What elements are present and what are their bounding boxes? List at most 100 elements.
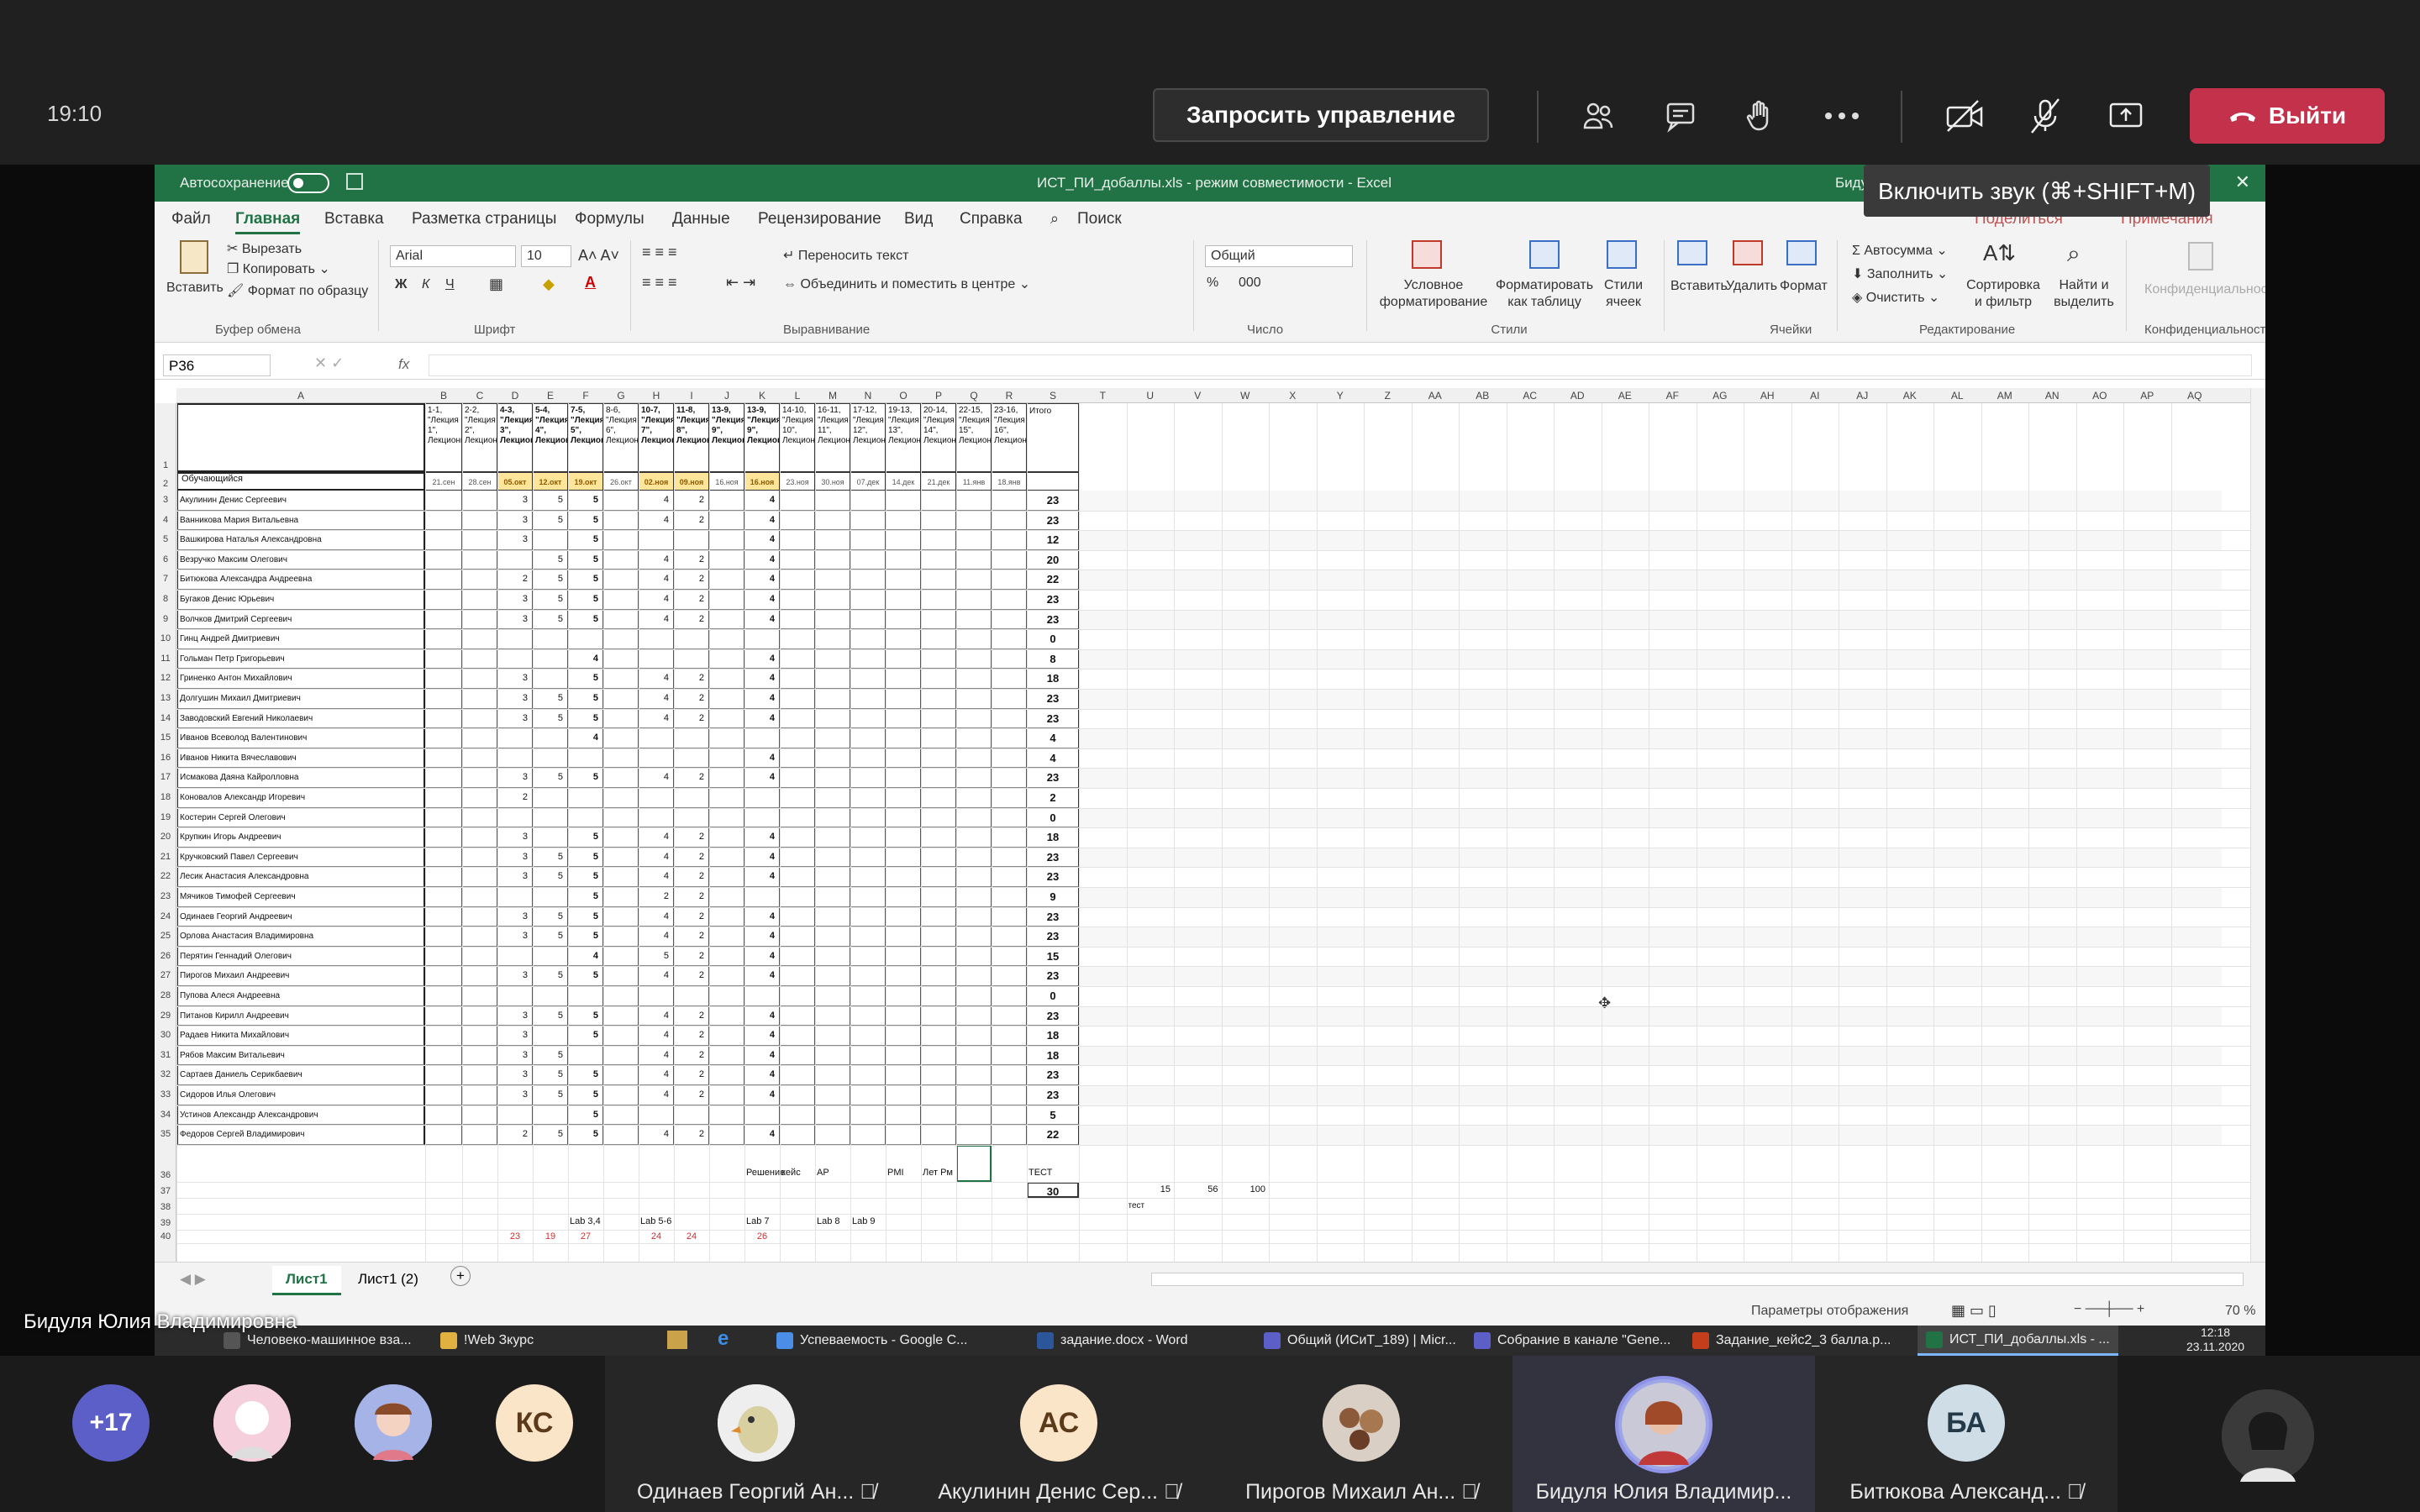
taskbar-app[interactable]: !Web Зкурс	[440, 1326, 534, 1356]
score-cell[interactable]: 4	[639, 570, 674, 590]
score-cell[interactable]	[780, 807, 815, 828]
column-header[interactable]: T	[1079, 390, 1127, 402]
score-cell[interactable]	[425, 927, 462, 947]
row-header[interactable]: 6	[155, 554, 176, 564]
score-cell[interactable]	[603, 887, 639, 907]
score-cell[interactable]	[603, 867, 639, 887]
score-cell[interactable]	[992, 570, 1027, 590]
student-name[interactable]: Заводовский Евгений Николаевич	[176, 708, 425, 729]
score-cell[interactable]	[886, 590, 921, 610]
score-cell[interactable]	[956, 966, 992, 986]
student-name[interactable]: Гриненко Антон Михайлович	[176, 669, 425, 689]
score-cell[interactable]	[956, 1045, 992, 1066]
score-cell[interactable]: 3	[497, 768, 533, 788]
score-cell[interactable]: 5	[568, 609, 603, 630]
score-cell[interactable]	[921, 1045, 956, 1066]
score-cell[interactable]	[850, 570, 886, 590]
score-cell[interactable]	[709, 927, 744, 947]
row-header[interactable]: 15	[155, 732, 176, 743]
score-cell[interactable]: 5	[568, 1085, 603, 1105]
autosum-button[interactable]: Σ Автосумма ⌄	[1852, 242, 1948, 259]
score-cell[interactable]	[815, 609, 850, 630]
score-cell[interactable]	[992, 748, 1027, 769]
score-cell[interactable]	[497, 887, 533, 907]
score-cell[interactable]	[603, 1105, 639, 1126]
column-header[interactable]: V	[1174, 390, 1222, 402]
score-cell[interactable]	[674, 807, 709, 828]
score-cell[interactable]	[850, 887, 886, 907]
score-cell[interactable]	[815, 768, 850, 788]
insert-cells-button[interactable]: Вставить	[1670, 279, 1728, 294]
score-cell[interactable]	[425, 708, 462, 729]
score-cell[interactable]	[674, 648, 709, 669]
score-cell[interactable]: 2	[674, 669, 709, 689]
student-name[interactable]: Радаев Никита Михайлович	[176, 1026, 425, 1046]
note-cell[interactable]: AP	[817, 1163, 869, 1180]
score-cell[interactable]	[780, 570, 815, 590]
avatar[interactable]	[213, 1384, 291, 1462]
score-cell[interactable]: 3	[497, 966, 533, 986]
view-mode-icons[interactable]: ▦ ▭ ▯	[1951, 1302, 1996, 1320]
lecture-header[interactable]: 2-2, "Лекция 2", Лекционное	[462, 403, 497, 472]
row-header[interactable]: 17	[155, 772, 176, 782]
score-cell[interactable]: 3	[497, 927, 533, 947]
format-painter-button[interactable]: 🖌 Формат по образцу	[227, 282, 368, 299]
score-cell[interactable]	[462, 887, 497, 907]
row-header[interactable]: 11	[155, 654, 176, 664]
date-cell[interactable]: 05.окт	[497, 472, 533, 491]
score-cell[interactable]	[603, 629, 639, 649]
score-cell[interactable]	[992, 510, 1027, 531]
score-cell[interactable]: 4	[568, 946, 603, 967]
score-cell[interactable]: 4	[639, 966, 674, 986]
total-cell[interactable]: 23	[1027, 491, 1079, 511]
score-cell[interactable]: 3	[497, 1085, 533, 1105]
row37-total[interactable]: 30	[1027, 1181, 1079, 1198]
score-cell[interactable]	[462, 689, 497, 709]
score-cell[interactable]	[603, 1045, 639, 1066]
score-cell[interactable]: 5	[568, 1125, 603, 1145]
score-cell[interactable]	[744, 887, 780, 907]
row-header[interactable]: 36	[155, 1170, 176, 1180]
student-name[interactable]: Коновалов Александр Игоревич	[176, 788, 425, 808]
score-cell[interactable]: 5	[568, 1065, 603, 1085]
score-cell[interactable]	[815, 1125, 850, 1145]
score-cell[interactable]	[462, 946, 497, 967]
font-color-icon[interactable]: A	[585, 274, 596, 291]
score-cell[interactable]	[850, 510, 886, 531]
score-cell[interactable]	[850, 906, 886, 927]
score-cell[interactable]	[850, 986, 886, 1006]
formula-input[interactable]	[429, 354, 2252, 376]
total-cell[interactable]: 18	[1027, 827, 1079, 848]
score-cell[interactable]	[709, 689, 744, 709]
sheet-tab-1[interactable]: Лист1	[272, 1266, 341, 1295]
score-cell[interactable]	[462, 491, 497, 511]
score-cell[interactable]: 4	[639, 549, 674, 570]
student-name[interactable]: Лесик Анастасия Александровна	[176, 867, 425, 887]
lecture-header[interactable]: 13-9, "Лекция 9", Лекционное	[709, 403, 744, 472]
score-cell[interactable]: 2	[674, 906, 709, 927]
score-cell[interactable]	[921, 906, 956, 927]
row-header[interactable]: 25	[155, 931, 176, 941]
score-cell[interactable]: 4	[744, 530, 780, 550]
score-cell[interactable]	[850, 966, 886, 986]
lecture-header[interactable]: 14-10, "Лекция 10", Лекционное	[780, 403, 815, 472]
score-cell[interactable]	[709, 491, 744, 511]
score-cell[interactable]	[992, 629, 1027, 649]
score-cell[interactable]	[533, 629, 568, 649]
autosave-toggle[interactable]	[287, 173, 329, 193]
score-cell[interactable]	[992, 986, 1027, 1006]
column-header[interactable]: N	[850, 390, 886, 402]
score-cell[interactable]: 5	[533, 867, 568, 887]
total-header[interactable]: Итого	[1027, 403, 1079, 472]
student-name[interactable]: Пупова Алеся Андреевна	[176, 986, 425, 1006]
score-cell[interactable]: 2	[674, 847, 709, 868]
score-cell[interactable]: 4	[744, 748, 780, 769]
chat-icon[interactable]	[1655, 91, 1706, 141]
score-cell[interactable]: 2	[674, 491, 709, 511]
row40-value[interactable]: 27	[568, 1230, 603, 1243]
cell-styles-icon[interactable]	[1607, 240, 1637, 269]
underline-button[interactable]: Ч	[445, 277, 455, 292]
score-cell[interactable]	[956, 570, 992, 590]
total-cell[interactable]: 4	[1027, 748, 1079, 769]
score-cell[interactable]	[956, 491, 992, 511]
